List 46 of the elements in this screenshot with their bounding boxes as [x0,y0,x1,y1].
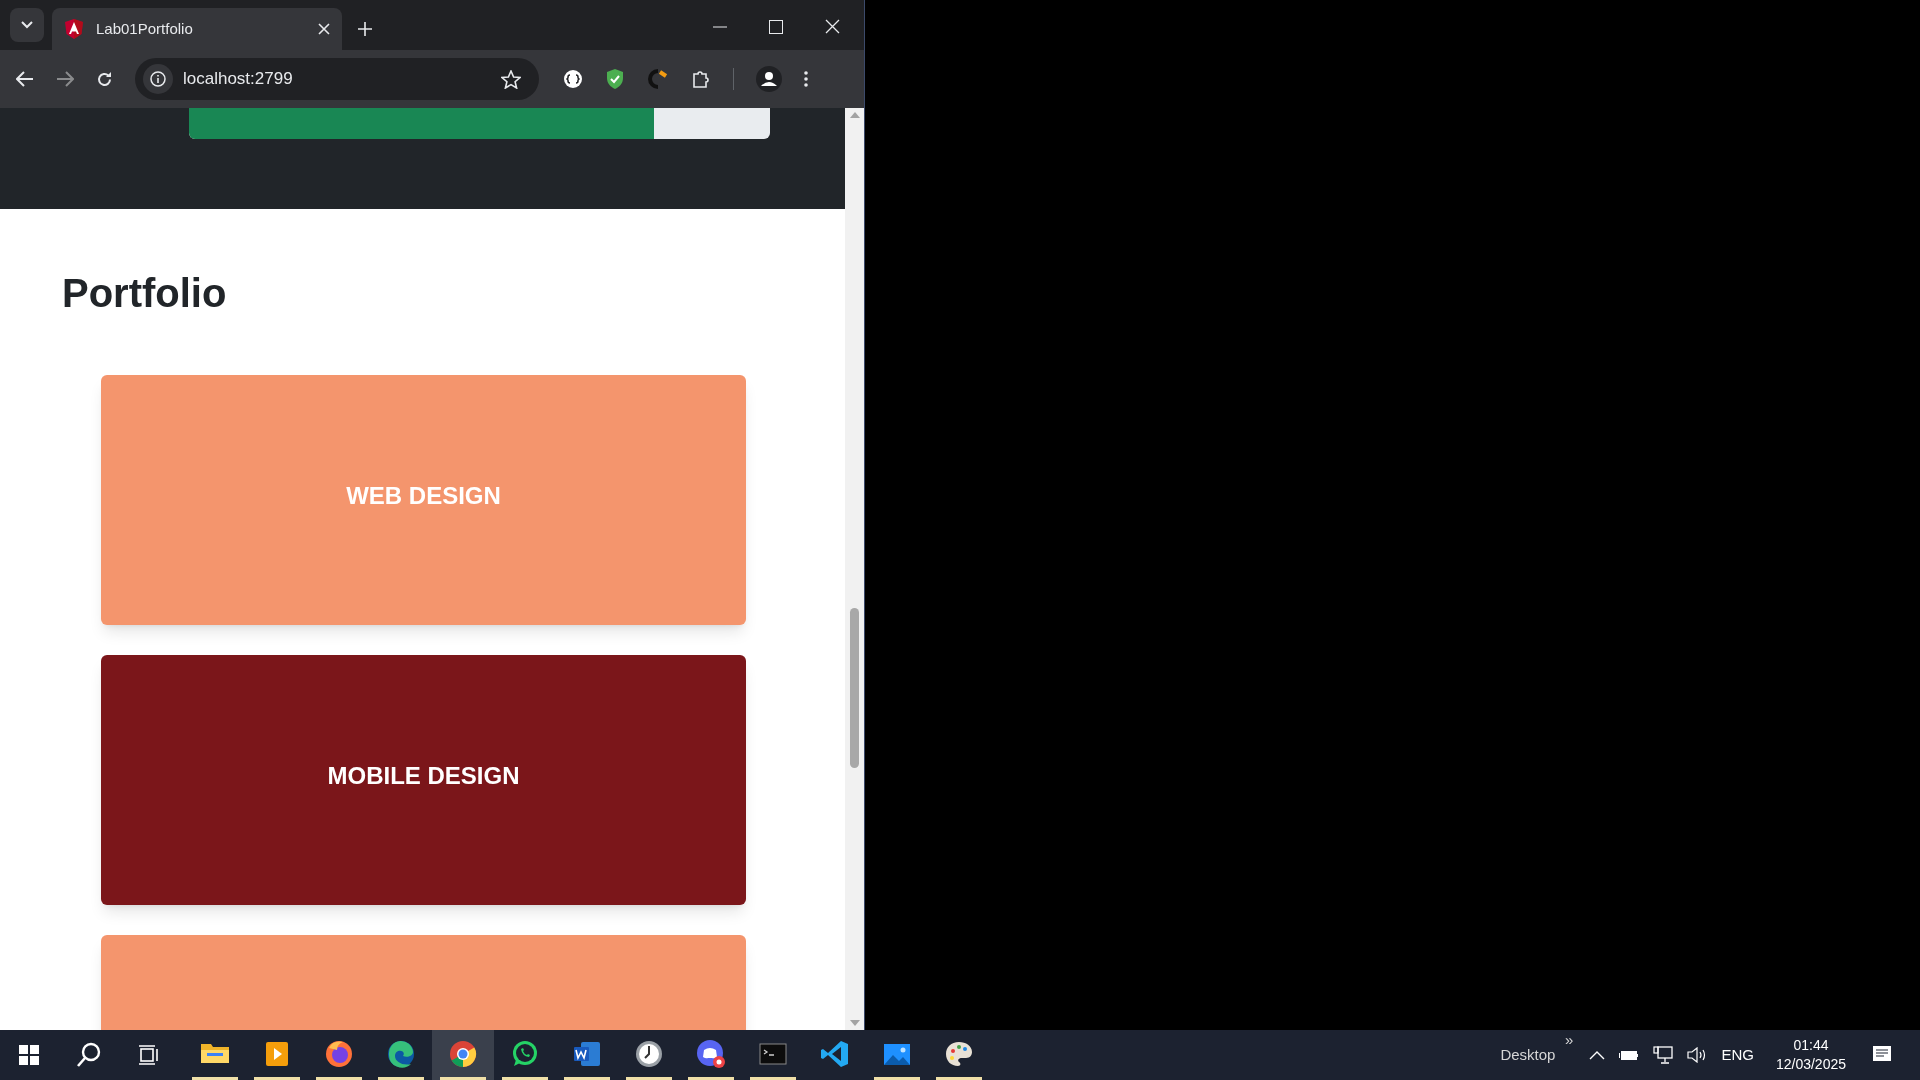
tab-title: Lab01Portfolio [96,18,194,39]
card-title: WEB DESIGN [346,481,501,511]
volume-icon[interactable] [1687,1047,1708,1063]
swirl-icon [385,1038,417,1070]
extensions-icon[interactable] [691,69,711,89]
clock-icon [633,1038,665,1070]
chat-icon [695,1038,727,1070]
battery-icon[interactable] [1619,1049,1640,1061]
extension-icon[interactable] [563,69,583,89]
close-icon [318,23,330,35]
taskbar-app-button[interactable] [432,1030,494,1080]
browser-icon [447,1038,479,1070]
scrollbar[interactable] [845,108,864,1030]
extension-icon[interactable] [647,68,669,90]
profile-icon[interactable] [756,66,782,92]
scrollbar-thumb[interactable] [850,608,859,768]
url-text: localhost:2799 [183,68,294,91]
card-title: MOBILE DESIGN [327,761,520,791]
maximize-icon[interactable] [769,19,783,34]
forward-icon[interactable] [56,71,74,87]
toolbar-label[interactable]: Desktop [1500,1043,1556,1067]
task-view-icon [138,1045,160,1065]
back-icon[interactable] [16,71,34,87]
code-editor-icon [819,1038,851,1070]
close-icon[interactable] [825,19,840,34]
new-tab-icon[interactable] [358,22,372,36]
network-icon[interactable] [1653,1046,1674,1064]
star-icon[interactable] [501,69,521,89]
tab-search-button[interactable] [10,8,44,42]
search-icon [77,1042,101,1068]
windows-icon [19,1045,39,1065]
portfolio-card[interactable]: MOBILE DESIGN [101,655,746,905]
toolbar-more-button[interactable]: » [1565,1030,1574,1050]
section-heading: Portfolio [62,270,228,317]
address-bar[interactable]: localhost:2799 [135,58,539,100]
caret-icon [21,21,33,29]
chevron-up-icon[interactable] [1589,1050,1606,1060]
logo-icon [64,18,84,40]
browser-tab[interactable]: Lab01Portfolio [52,8,342,50]
menu-icon[interactable] [804,71,808,87]
shield-icon[interactable] [605,68,625,90]
language-indicator[interactable]: ENG [1721,1043,1754,1067]
reload-icon[interactable] [96,70,113,88]
clock[interactable]: 01:44 12/03/2025 [1775,1036,1846,1074]
minimize-icon[interactable] [713,25,727,28]
site-info-icon[interactable] [143,64,173,94]
